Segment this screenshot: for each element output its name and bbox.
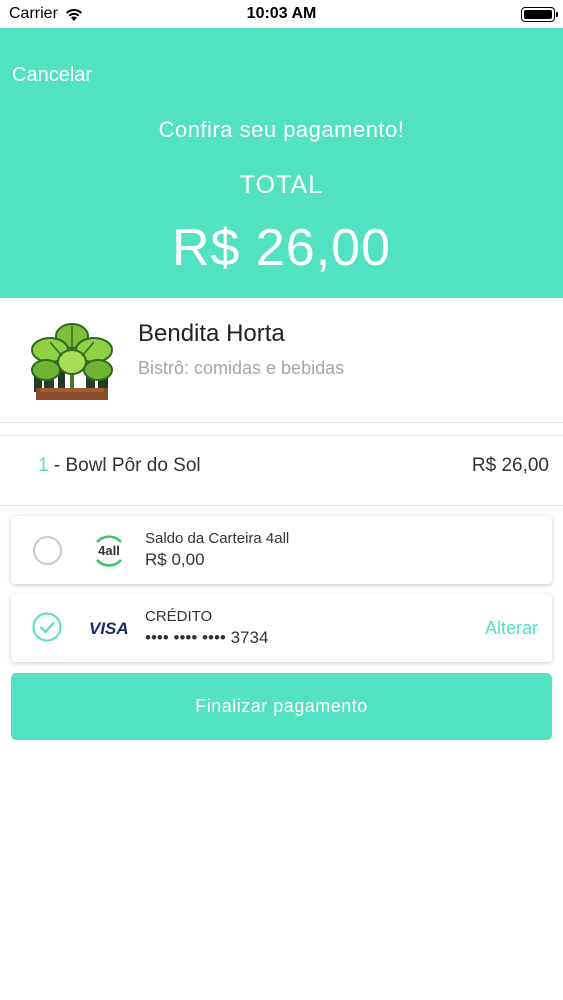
payment-option-credit-card[interactable]: VISA CRÉDITO •••• •••• •••• 3734 Alterar xyxy=(11,594,552,662)
card-type-label: CRÉDITO xyxy=(145,608,213,625)
radio-unchecked-icon[interactable] xyxy=(33,536,62,565)
wallet-balance: R$ 0,00 xyxy=(145,550,205,569)
change-card-link[interactable]: Alterar xyxy=(485,618,538,639)
card-number-masked: •••• •••• •••• 3734 xyxy=(145,628,269,647)
finish-payment-button[interactable]: Finalizar pagamento xyxy=(11,673,552,740)
order-item-name: - Bowl Pôr do Sol xyxy=(48,455,201,476)
order-item-quantity: 1 xyxy=(38,455,49,476)
wallet-title: Saldo da Carteira 4all xyxy=(145,530,290,547)
svg-text:4all: 4all xyxy=(98,543,120,558)
visa-logo-icon: VISA xyxy=(89,619,129,637)
checkout-header: Cancelar Confira seu pagamento! TOTAL R$… xyxy=(0,28,563,298)
checkmark-circle-icon[interactable] xyxy=(32,612,62,642)
merchant-category: Bistrô: comidas e bebidas xyxy=(138,358,345,378)
page-title: Confira seu pagamento! xyxy=(158,117,405,142)
cancel-button[interactable]: Cancelar xyxy=(12,64,92,87)
merchant-info: Bendita Horta Bistrô: comidas e bebidas xyxy=(0,298,563,423)
svg-text:VISA: VISA xyxy=(89,619,129,637)
status-time: 10:03 AM xyxy=(246,5,317,22)
battery-icon xyxy=(521,7,558,22)
total-label: TOTAL xyxy=(239,171,324,199)
total-amount: R$ 26,00 xyxy=(171,219,392,277)
divider xyxy=(0,505,563,506)
4all-logo-icon: 4all xyxy=(96,535,122,567)
order-item-price: R$ 26,00 xyxy=(471,455,549,476)
merchant-name: Bendita Horta xyxy=(138,320,285,347)
payment-option-wallet[interactable]: 4all Saldo da Carteira 4all R$ 0,00 xyxy=(11,516,552,584)
order-item-row: 1 - Bowl Pôr do Sol R$ 26,00 xyxy=(0,436,563,504)
status-bar: Carrier 10:03 AM xyxy=(0,0,563,28)
plant-logo-icon xyxy=(31,323,113,400)
order-item-description: 1 - Bowl Pôr do Sol xyxy=(38,455,201,477)
